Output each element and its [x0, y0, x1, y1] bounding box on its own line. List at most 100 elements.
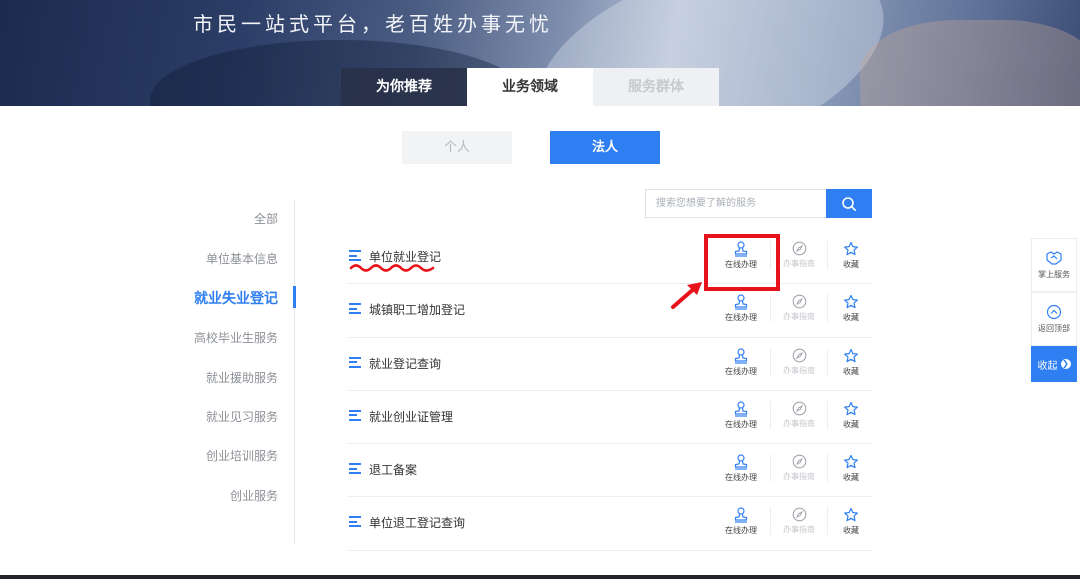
category-tabs: 为你推荐 业务领域 服务群体 [341, 68, 719, 106]
list-icon [349, 356, 361, 369]
favorite-label: 收藏 [843, 260, 859, 269]
star-icon [844, 348, 858, 362]
favorite-button[interactable]: 收藏 [823, 454, 879, 483]
collapse-label: 收起 [1037, 360, 1058, 372]
search-icon [842, 196, 856, 211]
collapse-button[interactable]: 收起 ❯ [1031, 346, 1077, 382]
sidebar-item-all[interactable]: 全部 [254, 210, 278, 227]
search-input[interactable] [645, 189, 826, 218]
stamp-icon [734, 347, 748, 364]
handshake-icon [1046, 251, 1062, 265]
online-handle-button[interactable]: 在线办理 [713, 347, 769, 377]
online-handle-label: 在线办理 [725, 313, 757, 323]
favorite-label: 收藏 [843, 526, 859, 536]
individual-toggle[interactable]: 个人 [402, 131, 512, 164]
chevron-right-icon: ❯ [1060, 359, 1071, 369]
guide-label: 办事指南 [783, 365, 815, 375]
favorite-button[interactable]: 收藏 [823, 294, 879, 323]
category-sidebar: 全部 单位基本信息 就业失业登记 高校毕业生服务 就业援助服务 就业见习服务 创… [180, 200, 296, 544]
guide-button[interactable]: 办事指南 [770, 347, 828, 376]
favorite-label: 收藏 [843, 419, 859, 429]
annotation-arrow [671, 282, 702, 309]
guide-label: 办事指南 [783, 525, 815, 535]
list-icon [349, 409, 361, 422]
online-handle-button[interactable]: 在线办理 [713, 507, 769, 536]
tab-service-groups[interactable]: 服务群体 [593, 68, 719, 106]
favorite-button[interactable]: 收藏 [823, 348, 879, 377]
list-icon [349, 463, 361, 475]
star-icon [844, 295, 858, 309]
hero-banner: 市民一站式平台，老百姓办事无忧 为你推荐 业务领域 服务群体 [0, 0, 1080, 106]
online-handle-label: 在线办理 [725, 473, 757, 483]
favorite-button[interactable]: 收藏 [823, 401, 879, 430]
favorite-label: 收藏 [843, 366, 859, 376]
service-row: 单位退工登记查询 在线办理 办事指南 收藏 [347, 497, 872, 551]
sidebar-item-startup-services[interactable]: 创业服务 [230, 487, 278, 504]
list-icon [349, 303, 361, 315]
chevron-up-icon [1046, 304, 1062, 320]
compass-icon [792, 294, 806, 309]
stamp-icon [734, 507, 748, 524]
annotation-wavy-underline [349, 264, 435, 272]
compass-icon [792, 401, 806, 416]
favorite-label: 收藏 [843, 313, 859, 323]
online-handle-label: 在线办理 [725, 366, 757, 376]
stamp-icon [734, 401, 748, 417]
back-to-top-button[interactable]: 返回顶部 [1031, 292, 1077, 346]
tab-recommended[interactable]: 为你推荐 [341, 68, 467, 106]
service-row: 退工备案 在线办理 办事指南 收藏 [347, 444, 872, 498]
service-list: 单位就业登记 在线办理 办事指南 收藏 城镇职工增加登记 在线办理 办事指南 收… [347, 231, 872, 551]
sidebar-item-unit-basic-info[interactable]: 单位基本信息 [206, 250, 278, 267]
stamp-icon [734, 454, 748, 470]
sidebar-item-graduate-services[interactable]: 高校毕业生服务 [194, 329, 278, 346]
service-title[interactable]: 单位退工登记查询 [369, 514, 465, 531]
star-icon [844, 241, 858, 256]
banner-slogan: 市民一站式平台，老百姓办事无忧 [193, 12, 553, 36]
service-row: 城镇职工增加登记 在线办理 办事指南 收藏 [347, 284, 872, 338]
mobile-service-label: 掌上服务 [1038, 270, 1070, 279]
star-icon [844, 401, 858, 416]
sidebar-item-employment-assistance[interactable]: 就业援助服务 [206, 369, 278, 386]
tab-business-domain[interactable]: 业务领域 [467, 68, 593, 106]
list-icon [349, 250, 361, 262]
online-handle-button[interactable]: 在线办理 [713, 401, 769, 430]
guide-label: 办事指南 [783, 312, 815, 322]
search-button[interactable] [826, 189, 872, 218]
compass-icon [792, 454, 806, 469]
bottom-edge [0, 575, 1080, 579]
sidebar-item-employment-registration[interactable]: 就业失业登记 [194, 288, 278, 308]
legal-entity-toggle[interactable]: 法人 [550, 131, 660, 164]
online-handle-label: 在线办理 [725, 526, 757, 536]
favorite-button[interactable]: 收藏 [823, 241, 879, 270]
service-title[interactable]: 就业创业证管理 [369, 408, 453, 425]
guide-button[interactable]: 办事指南 [770, 400, 828, 429]
service-search [645, 189, 872, 218]
mobile-service-button[interactable]: 掌上服务 [1031, 238, 1077, 292]
star-icon [844, 455, 858, 469]
list-icon [349, 516, 361, 528]
sidebar-item-startup-training[interactable]: 创业培训服务 [206, 447, 278, 464]
service-title[interactable]: 退工备案 [369, 461, 417, 478]
sidebar-item-internship[interactable]: 就业见习服务 [206, 408, 278, 425]
online-handle-button[interactable]: 在线办理 [713, 294, 769, 323]
guide-button[interactable]: 办事指南 [770, 507, 828, 536]
service-row: 就业登记查询 在线办理 办事指南 收藏 [347, 338, 872, 391]
guide-label: 办事指南 [783, 418, 815, 428]
service-row: 单位就业登记 在线办理 办事指南 收藏 [347, 231, 872, 285]
back-to-top-label: 返回顶部 [1038, 324, 1070, 333]
guide-label: 办事指南 [783, 472, 815, 482]
guide-button[interactable]: 办事指南 [770, 294, 828, 323]
stamp-icon [734, 294, 748, 310]
favorite-button[interactable]: 收藏 [823, 507, 879, 536]
favorite-label: 收藏 [843, 473, 859, 483]
service-row: 就业创业证管理 在线办理 办事指南 收藏 [347, 391, 872, 445]
compass-icon [792, 348, 806, 362]
service-title[interactable]: 城镇职工增加登记 [369, 301, 465, 318]
active-indicator [293, 286, 296, 308]
star-icon [844, 508, 858, 522]
service-title[interactable]: 就业登记查询 [369, 355, 441, 372]
online-handle-button[interactable]: 在线办理 [713, 454, 769, 483]
floating-toolbar: 掌上服务 返回顶部 收起 ❯ [1031, 238, 1077, 382]
compass-icon [792, 508, 806, 522]
guide-button[interactable]: 办事指南 [770, 454, 828, 483]
